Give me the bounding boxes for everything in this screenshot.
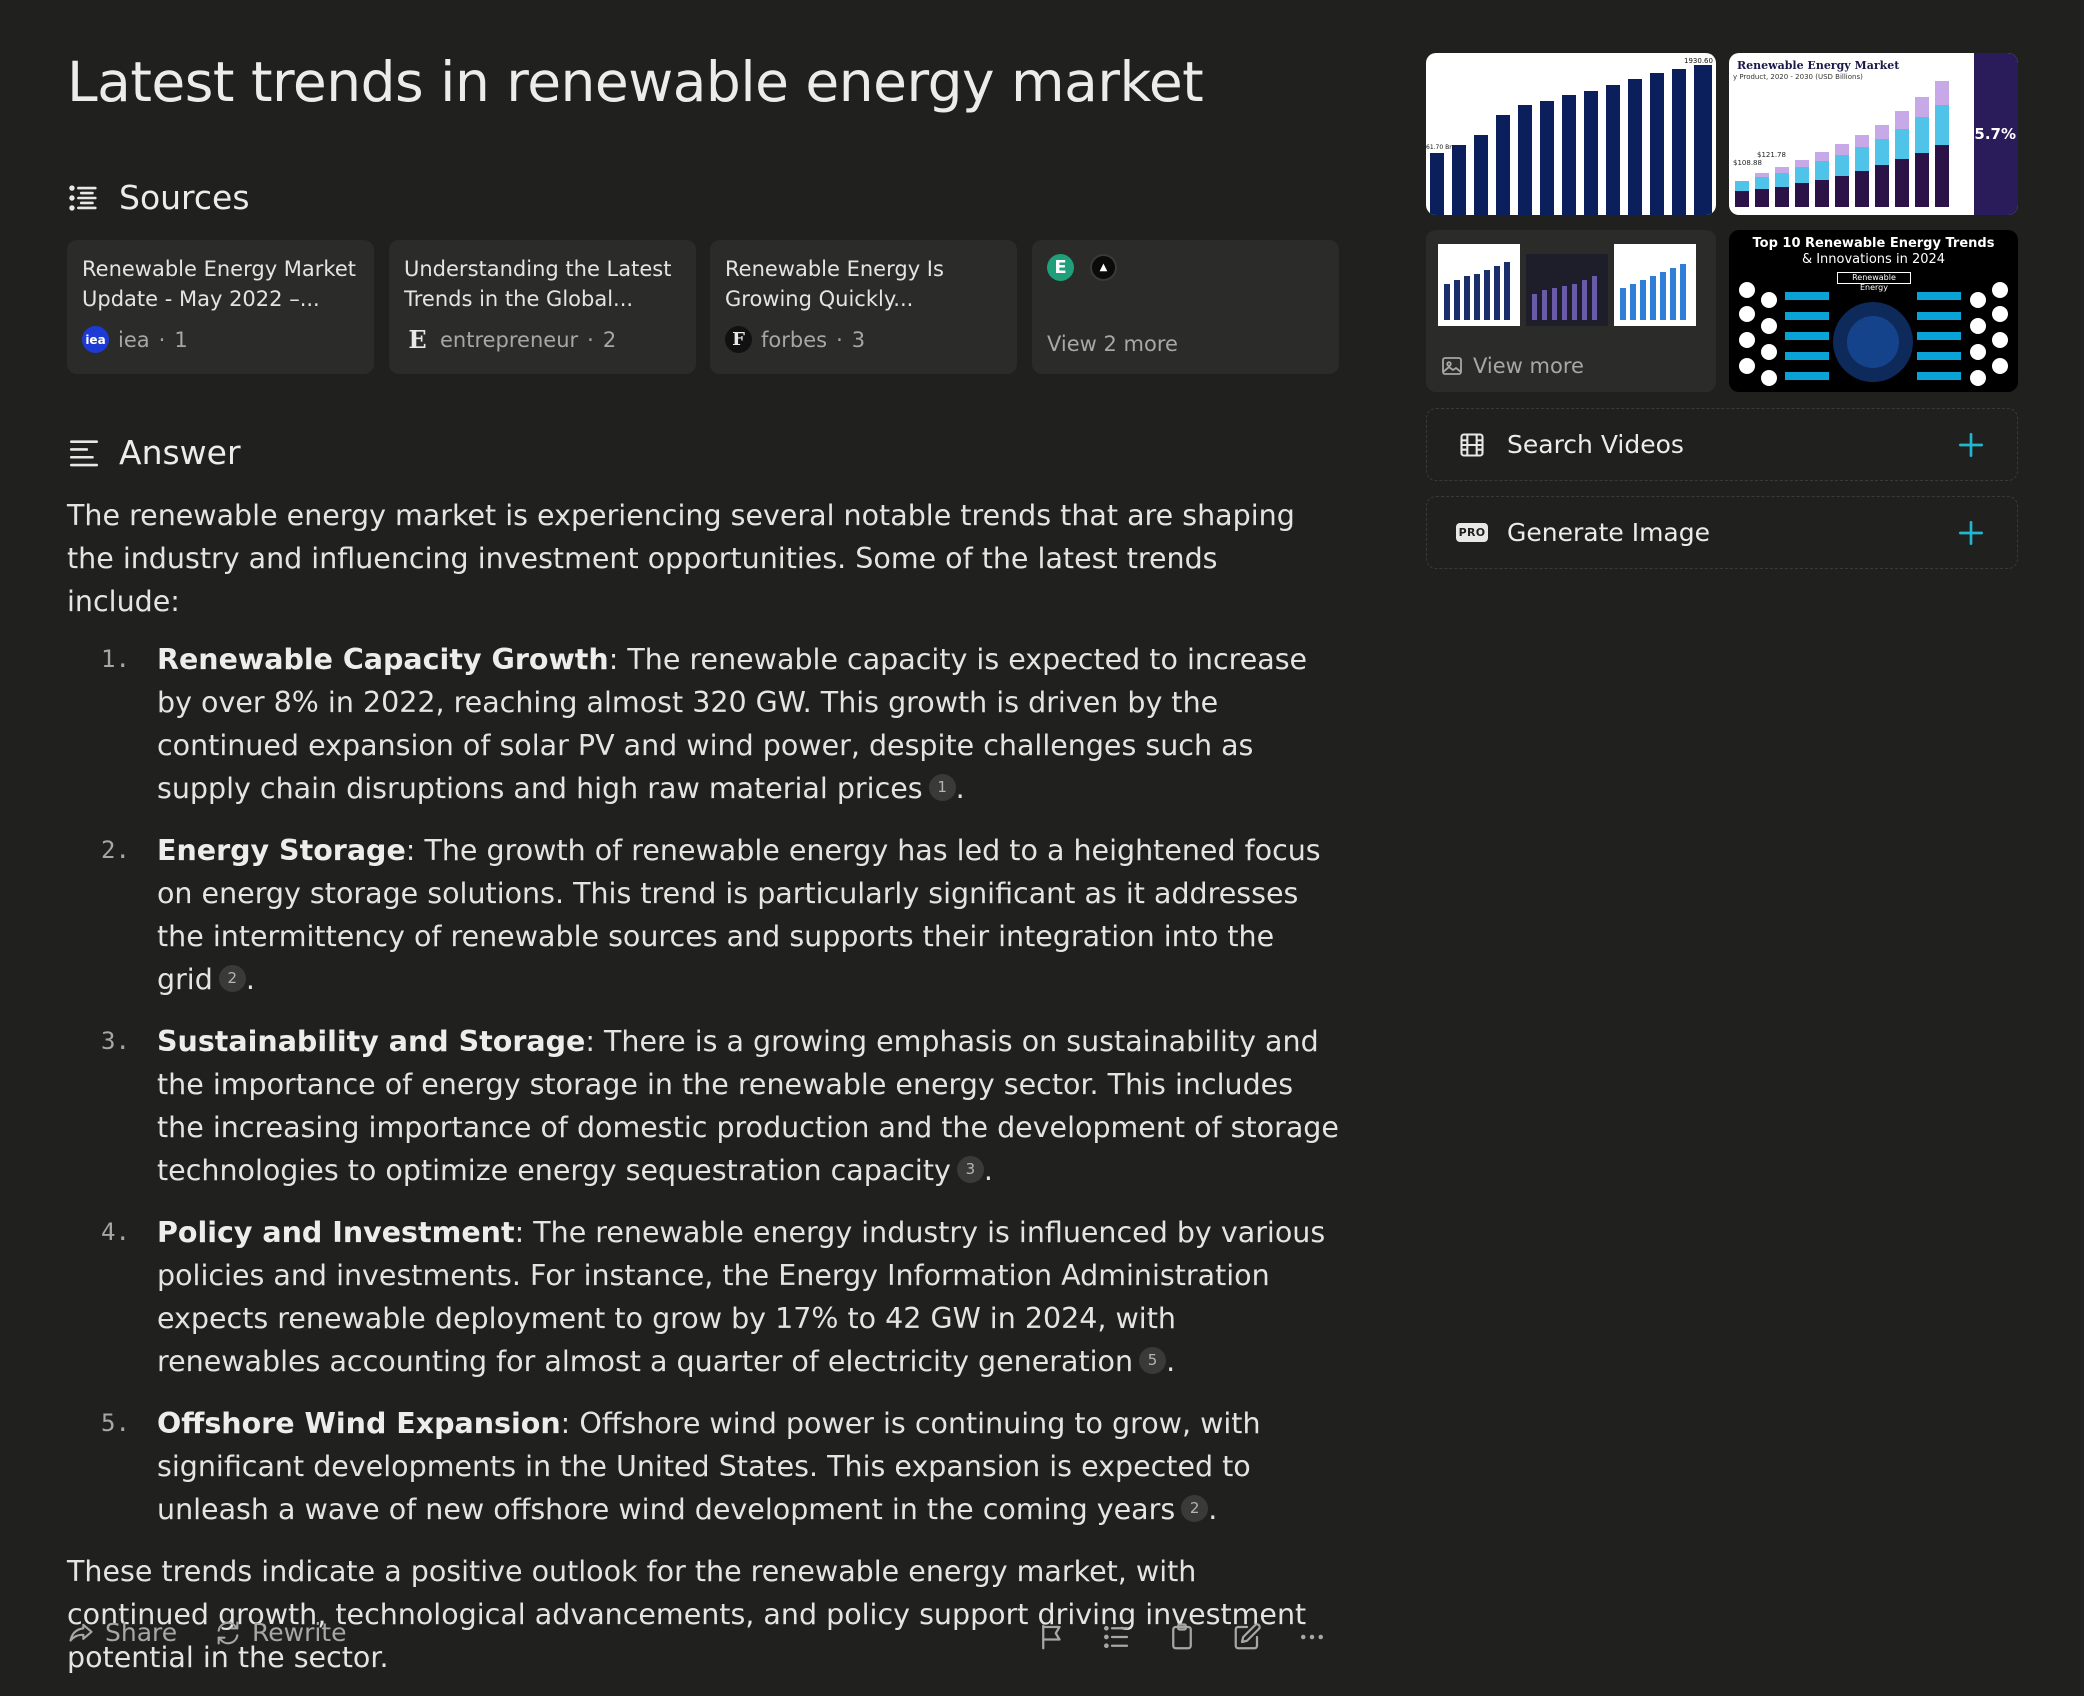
list-item: 4. Policy and Investment: The renewable … xyxy=(101,1216,1326,1378)
source-favicon-icon: E xyxy=(1047,254,1074,281)
image-thumbnail-market-chart[interactable]: Renewable Energy Market y Product, 2020 … xyxy=(1729,53,2018,215)
share-icon xyxy=(69,1623,93,1642)
more-options-button[interactable] xyxy=(1297,1622,1327,1652)
page-title: Latest trends in renewable energy market xyxy=(67,50,1204,114)
citation-badge[interactable]: 5 xyxy=(1139,1347,1167,1374)
film-icon xyxy=(1460,432,1484,457)
sources-list-button[interactable] xyxy=(1102,1622,1132,1652)
infographic-graphic xyxy=(1739,282,2008,386)
clipboard-icon xyxy=(1172,1623,1192,1650)
search-videos-button[interactable]: Search Videos xyxy=(1426,408,2018,481)
list-item: 1. Renewable Capacity Growth: The renewa… xyxy=(101,643,1308,805)
flag-button[interactable] xyxy=(1037,1622,1067,1652)
answer-heading: Answer xyxy=(67,433,241,472)
copy-button[interactable] xyxy=(1167,1622,1197,1652)
flag-icon xyxy=(1042,1624,1061,1650)
source-site: forbes xyxy=(761,327,828,352)
svg-text:61.70 Bn: 61.70 Bn xyxy=(1426,144,1453,151)
more-dots-icon xyxy=(1301,1634,1323,1640)
rewrite-icon xyxy=(217,1620,239,1645)
answer-icon xyxy=(69,439,99,466)
entrepreneur-favicon-icon: E xyxy=(408,325,427,354)
list-item: 3. Sustainability and Storage: There is … xyxy=(101,1025,1339,1187)
trend-list: 1. Renewable Capacity Growth: The renewa… xyxy=(67,638,1339,1531)
citation-badge[interactable]: 1 xyxy=(928,774,956,801)
image-icon xyxy=(1442,357,1462,375)
generate-image-button[interactable]: PRO Generate Image xyxy=(1426,496,2018,569)
image-thumbnail-bar-chart[interactable]: 1930.60 61.70 Bn xyxy=(1426,53,1716,215)
citation-badge[interactable]: 2 xyxy=(1181,1495,1209,1522)
edit-icon xyxy=(1234,1623,1261,1650)
source-site: iea xyxy=(118,327,150,352)
source-title: Understanding the Latest Trends in the G… xyxy=(404,257,672,311)
source-site: entrepreneur xyxy=(440,327,579,352)
forbes-favicon-icon: F xyxy=(725,326,752,353)
iea-favicon-icon: iea xyxy=(82,326,109,353)
source-card-entrepreneur[interactable]: Understanding the Latest Trends in the G… xyxy=(389,240,696,374)
answer-actions: Share Rewrite xyxy=(67,1618,1339,1658)
pro-badge: PRO xyxy=(1455,523,1489,542)
list-item: 5. Offshore Wind Expansion: Offshore win… xyxy=(101,1407,1261,1526)
citation-badge[interactable]: 3 xyxy=(956,1156,984,1183)
citation-badge[interactable]: 2 xyxy=(218,965,246,992)
list-item: 2. Energy Storage: The growth of renewab… xyxy=(101,834,1321,996)
plus-icon xyxy=(1959,433,1983,457)
share-button[interactable]: Share xyxy=(67,1618,177,1647)
rewrite-button[interactable]: Rewrite xyxy=(214,1618,346,1647)
answer-body: The renewable energy market is experienc… xyxy=(67,494,1339,1679)
svg-text:$121.78: $121.78 xyxy=(1757,151,1786,159)
source-index: 3 xyxy=(851,327,866,352)
sources-icon xyxy=(69,184,97,211)
answer-intro: The renewable energy market is experienc… xyxy=(67,499,1295,618)
source-title: Renewable Energy Is Growing Quickly... xyxy=(725,257,944,311)
thumbnail-collage xyxy=(1438,244,1696,326)
list-icon xyxy=(1104,1625,1129,1649)
source-index: 2 xyxy=(602,327,617,352)
answer-outro: These trends indicate a positive outlook… xyxy=(67,1555,1307,1674)
view-more-images-label: View more xyxy=(1473,354,1584,378)
search-videos-label: Search Videos xyxy=(1507,430,1684,459)
source-card-forbes[interactable]: Renewable Energy Is Growing Quickly... F… xyxy=(710,240,1017,374)
image-thumbnail-infographic[interactable]: Top 10 Renewable Energy Trends & Innovat… xyxy=(1729,230,2018,392)
sources-list: Renewable Energy Market Update - May 202… xyxy=(67,240,1339,374)
edit-button[interactable] xyxy=(1232,1622,1262,1652)
svg-text:1930.60: 1930.60 xyxy=(1684,57,1713,65)
source-favicon-icon: ▲ xyxy=(1090,254,1117,281)
view-more-sources-label: View 2 more xyxy=(1047,332,1178,356)
generate-image-label: Generate Image xyxy=(1507,518,1711,547)
svg-text:$108.88: $108.88 xyxy=(1733,159,1762,167)
source-index: 1 xyxy=(174,327,188,352)
thumbnail-chart: 1930.60 61.70 Bn xyxy=(1426,57,1713,215)
view-more-sources-card[interactable]: E ▲ View 2 more xyxy=(1032,240,1339,374)
source-title: Renewable Energy Market Update - May 202… xyxy=(82,257,356,311)
plus-icon xyxy=(1959,521,1983,545)
source-card-iea[interactable]: Renewable Energy Market Update - May 202… xyxy=(67,240,374,374)
sources-heading: Sources xyxy=(67,178,250,217)
view-more-images-card[interactable]: View more xyxy=(1426,230,1716,392)
